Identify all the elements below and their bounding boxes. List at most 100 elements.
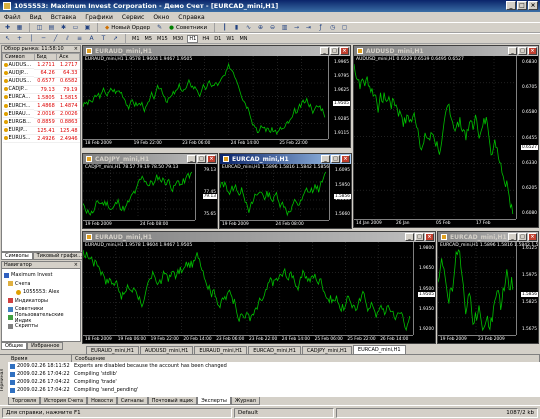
menu-tools[interactable]: Сервис: [122, 14, 144, 21]
tab-experts[interactable]: Эксперты: [197, 397, 231, 405]
candle-chart-icon[interactable]: ▮: [232, 23, 241, 32]
maximize-button[interactable]: □: [517, 1, 527, 10]
vline-icon[interactable]: │: [27, 34, 36, 43]
market-watch-row[interactable]: AUDJP... 64.26 64.33: [2, 69, 80, 78]
menu-view[interactable]: Вид: [30, 14, 42, 21]
tf-m15[interactable]: M15: [156, 36, 169, 42]
tab-common[interactable]: Общие: [1, 342, 28, 350]
log-row[interactable]: 2009.02.26 18:11:52 Experts are disabled …: [8, 362, 540, 370]
chart-window-euraud-2[interactable]: EURAUD_mini,H1 _ □ × EURAUD_mini,H1 1.9578 1…: [82, 231, 436, 344]
maximize-button[interactable]: □: [415, 233, 424, 241]
chart-title-bar[interactable]: EURCAD_mini,H1 _ □ ×: [438, 232, 538, 242]
tab-symbols[interactable]: Символы: [1, 252, 33, 260]
close-button[interactable]: ×: [528, 47, 537, 55]
tester-icon[interactable]: ▣: [83, 23, 92, 32]
nav-accounts[interactable]: Счета: [4, 280, 78, 289]
tab-journal[interactable]: Журнал: [230, 397, 260, 405]
minimize-button[interactable]: _: [187, 155, 196, 163]
tf-m1[interactable]: M1: [131, 36, 141, 42]
tf-mn[interactable]: MN: [238, 36, 248, 42]
chart-title-bar[interactable]: CADJPY_mini,H1 _ □ ×: [83, 154, 217, 164]
text-icon[interactable]: A: [87, 34, 96, 43]
market-watch-row[interactable]: EURCH... 1.4868 1.4874: [2, 101, 80, 111]
shift-icon[interactable]: ⇥: [304, 23, 313, 32]
chart-area[interactable]: AUDUSD_mini,H1 0.6529 0.6539 0.6495 0.65…: [354, 56, 538, 227]
close-button[interactable]: ×: [425, 233, 434, 241]
market-watch-row[interactable]: EURCA... 1.5805 1.5815: [2, 93, 80, 103]
chart-window-audusd[interactable]: AUDUSD_mini,H1 _ □ × AUDUSD_mini,H1 0.6529 0…: [353, 45, 539, 228]
log-row[interactable]: 2009.02.26 17:04:22 Compiling 'trade': [8, 378, 540, 386]
chart-title-bar[interactable]: EURAUD_mini,H1 _ □ ×: [83, 232, 435, 242]
col-bid[interactable]: Бид: [33, 53, 58, 61]
menu-insert[interactable]: Вставка: [51, 14, 76, 21]
tf-m5[interactable]: M5: [144, 36, 154, 42]
periods-icon[interactable]: ◷: [328, 23, 337, 32]
market-watch-row[interactable]: EURJP... 125.41 125.48: [2, 126, 80, 136]
market-watch-row[interactable]: AUDUS... 1.2711 1.2717: [2, 60, 80, 70]
chart-title-bar[interactable]: EURCAD_mini,H1 _ □ ×: [220, 154, 351, 164]
market-watch-row[interactable]: AUDUS... 0.6577 0.6582: [2, 77, 80, 87]
close-button[interactable]: ×: [340, 47, 349, 55]
tile-icon[interactable]: ▥: [280, 23, 289, 32]
nav-custom-indicators[interactable]: Пользовательские Индик: [4, 312, 78, 324]
close-button[interactable]: ×: [528, 233, 537, 241]
chart-title-bar[interactable]: AUDUSD_mini,H1 _ □ ×: [354, 46, 538, 56]
maximize-button[interactable]: □: [518, 233, 527, 241]
market-watch-row[interactable]: EURAU... 2.0016 2.0026: [2, 110, 80, 119]
new-chart-icon[interactable]: ✚: [3, 23, 12, 32]
market-watch-icon[interactable]: ◫: [35, 23, 44, 32]
market-watch-row[interactable]: CADJP... 79.13 79.19: [2, 85, 80, 95]
minimize-button[interactable]: _: [508, 47, 517, 55]
trendline-icon[interactable]: ╱: [51, 34, 60, 43]
col-symbol[interactable]: Символ: [2, 53, 35, 61]
close-icon[interactable]: ×: [74, 46, 78, 52]
tab-news[interactable]: Новости: [87, 397, 117, 405]
meta-editor-icon[interactable]: ✎: [155, 23, 164, 32]
chart-window-eurcad-2[interactable]: EURCAD_mini,H1 _ □ × EURCAD_mini,H1 1.5896 1…: [437, 231, 539, 344]
close-icon[interactable]: ×: [74, 262, 78, 268]
col-message[interactable]: Сообщение: [72, 355, 540, 362]
tf-d1[interactable]: D1: [213, 36, 222, 42]
tab-mailbox[interactable]: Почтовый ящик: [147, 397, 198, 405]
autoscroll-icon[interactable]: →: [292, 23, 301, 32]
data-window-icon[interactable]: ▤: [47, 23, 56, 32]
tf-w1[interactable]: W1: [225, 36, 235, 42]
chart-area[interactable]: CADJPY_mini,H1 78.57 79.19 78.50 79.13 79…: [83, 164, 217, 228]
tab-signals[interactable]: Сигналы: [116, 397, 148, 405]
tab-favorites[interactable]: Избранное: [27, 342, 64, 350]
arrow-icon[interactable]: ➚: [111, 34, 120, 43]
maximize-button[interactable]: □: [518, 47, 527, 55]
market-watch-row[interactable]: EURGB... 0.8859 0.8863: [2, 118, 80, 128]
chart-tab-euraud[interactable]: EURAUD_mini,H1: [86, 346, 139, 354]
advisors-button[interactable]: ● Советники: [167, 25, 209, 31]
chart-window-euraud-1[interactable]: EURAUD_mini,H1 _ □ × EURAUD_mini,H1 1.9578 1…: [82, 45, 351, 148]
bar-chart-icon[interactable]: ┃: [220, 23, 229, 32]
tab-tick-chart[interactable]: Тиковый графи...: [32, 252, 86, 260]
tab-account-history[interactable]: История Счета: [40, 397, 88, 405]
templates-icon[interactable]: ▢: [340, 23, 349, 32]
fibo-icon[interactable]: ≡: [75, 34, 84, 43]
maximize-button[interactable]: □: [331, 155, 340, 163]
close-button[interactable]: ×: [207, 155, 216, 163]
tf-h1[interactable]: H1: [187, 34, 199, 43]
chart-area[interactable]: EURCAD_mini,H1 1.5896 1.5816 1.5842 1.58…: [438, 242, 538, 343]
zoom-out-icon[interactable]: ⊖: [268, 23, 277, 32]
chart-title-bar[interactable]: EURAUD_mini,H1 _ □ ×: [83, 46, 350, 56]
line-chart-icon[interactable]: ∿: [244, 23, 253, 32]
chart-window-cadjpy[interactable]: CADJPY_mini,H1 _ □ × CADJPY_mini,H1 78.57 79…: [82, 153, 218, 229]
zoom-in-icon[interactable]: ⊕: [256, 23, 265, 32]
chart-area[interactable]: EURAUD_mini,H1 1.9578 1.9604 1.9467 1.95…: [83, 56, 350, 147]
tab-trade[interactable]: Торговля: [8, 397, 41, 405]
profiles-icon[interactable]: ▦: [15, 23, 24, 32]
channel-icon[interactable]: ⫽: [63, 34, 72, 43]
tf-h4[interactable]: H4: [201, 36, 210, 42]
chart-tab-eurcad[interactable]: EURCAD_mini,H1: [248, 346, 301, 354]
close-button[interactable]: ×: [528, 1, 538, 10]
terminal-icon[interactable]: ▭: [71, 23, 80, 32]
chart-tab-audusd[interactable]: AUDUSD_mini,H1: [139, 346, 194, 354]
nav-broker[interactable]: Maximum Invest: [4, 271, 78, 280]
chart-tab-cadjpy[interactable]: CADJPY_mini,H1: [301, 346, 352, 354]
minimize-button[interactable]: _: [321, 155, 330, 163]
chart-area[interactable]: EURCAD_mini,H1 1.5896 1.5816 1.5842 1.58…: [220, 164, 351, 228]
maximize-button[interactable]: □: [330, 47, 339, 55]
